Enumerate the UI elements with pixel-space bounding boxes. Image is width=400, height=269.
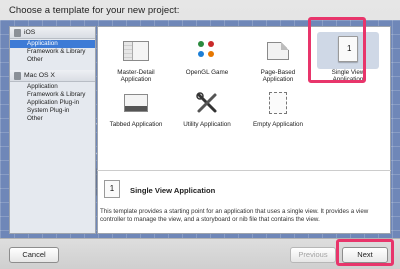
sidebar-item-mac-framework-library[interactable]: Framework & Library xyxy=(10,91,95,99)
mac-os-x-icon xyxy=(14,72,21,80)
template-opengl-game[interactable]: OpenGL Game xyxy=(176,37,238,76)
platform-sidebar: iOS Application Framework & Library Othe… xyxy=(9,26,96,234)
cancel-button[interactable]: Cancel xyxy=(9,247,59,263)
mac-category-list: Application Framework & Library Applicat… xyxy=(10,82,95,129)
master-detail-icon xyxy=(122,37,150,65)
template-empty[interactable]: Empty Application xyxy=(247,89,309,128)
opengl-icon xyxy=(193,37,221,65)
description-title: Single View Application xyxy=(130,186,216,195)
template-label: Page-Based Application xyxy=(260,69,296,83)
utility-icon xyxy=(193,89,221,117)
page-title: Choose a template for your new project: xyxy=(9,5,180,16)
platform-header-mac[interactable]: Mac OS X xyxy=(10,70,95,82)
new-project-sheet: Choose a template for your new project: … xyxy=(0,0,400,269)
template-label: Utility Application xyxy=(183,121,231,128)
sidebar-item-mac-system-plugin[interactable]: System Plug-in xyxy=(10,107,95,115)
template-label: OpenGL Game xyxy=(185,69,229,76)
sidebar-item-mac-application[interactable]: Application xyxy=(10,83,95,91)
sidebar-item-ios-other[interactable]: Other xyxy=(10,56,95,64)
platform-label: iOS xyxy=(24,29,36,36)
sidebar-item-ios-application[interactable]: Application xyxy=(10,40,95,48)
sidebar-item-mac-other[interactable]: Other xyxy=(10,115,95,123)
tabbed-icon xyxy=(122,89,150,117)
previous-button[interactable]: Previous xyxy=(290,247,336,263)
description-text: This template provides a starting point … xyxy=(100,208,369,223)
description-template-icon: 1 xyxy=(104,180,120,198)
template-page-based[interactable]: Page-Based Application xyxy=(247,37,309,83)
sidebar-item-mac-application-plugin[interactable]: Application Plug-in xyxy=(10,99,95,107)
next-highlight-annotation xyxy=(336,239,394,266)
template-label: Master-Detail Application xyxy=(117,69,155,83)
ios-category-list: Application Framework & Library Other xyxy=(10,39,95,70)
page-based-icon xyxy=(264,37,292,65)
divider xyxy=(97,170,391,171)
sidebar-item-ios-framework-library[interactable]: Framework & Library xyxy=(10,48,95,56)
template-master-detail[interactable]: Master-Detail Application xyxy=(105,37,167,83)
ios-device-icon xyxy=(14,29,21,37)
empty-app-icon xyxy=(264,89,292,117)
template-utility[interactable]: Utility Application xyxy=(176,89,238,128)
template-tabbed[interactable]: Tabbed Application xyxy=(105,89,167,128)
template-label: Tabbed Application xyxy=(109,121,163,128)
template-label: Empty Application xyxy=(252,121,304,128)
selection-highlight-annotation xyxy=(308,17,366,83)
platform-label: Mac OS X xyxy=(24,72,55,79)
platform-header-ios[interactable]: iOS xyxy=(10,27,95,39)
